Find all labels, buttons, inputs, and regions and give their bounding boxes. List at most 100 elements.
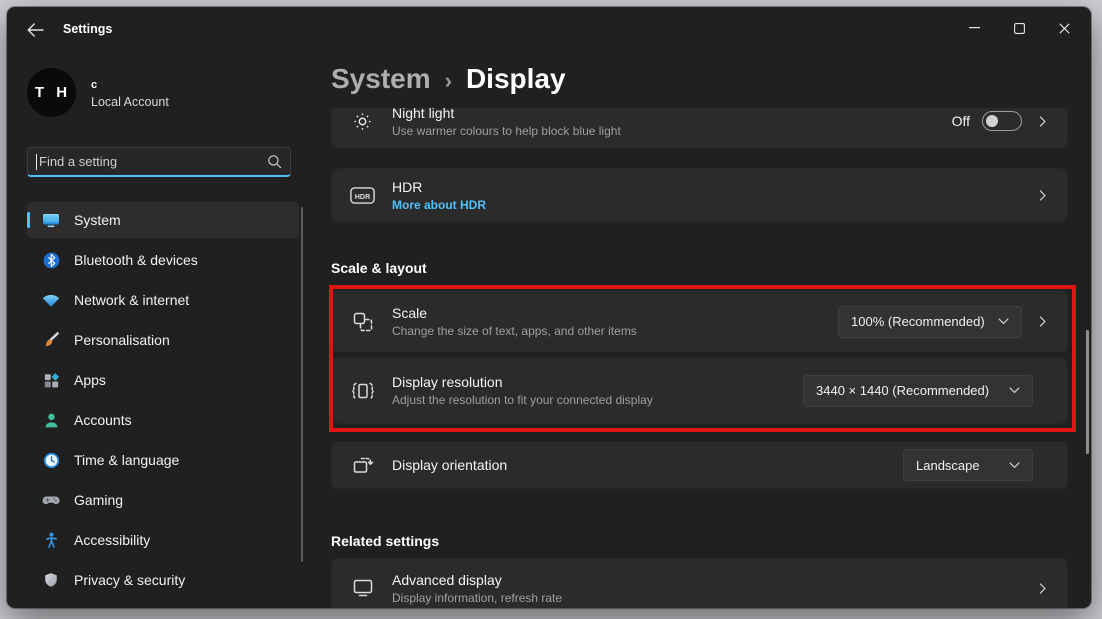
maximize-button[interactable]: [997, 9, 1042, 47]
display-orientation-row: Display orientation Landscape: [331, 441, 1068, 489]
sidebar-item-label: Apps: [74, 372, 106, 388]
game-controller-icon: [41, 490, 61, 510]
avatar: T H: [27, 68, 76, 117]
row-title: Scale: [392, 304, 838, 322]
window-title: Settings: [63, 22, 112, 36]
resolution-value: 3440 × 1440 (Recommended): [816, 383, 989, 398]
sidebar-item-system[interactable]: System: [27, 202, 299, 238]
settings-list: Night light Use warmer colours to help b…: [331, 108, 1076, 608]
window-controls: [952, 9, 1087, 47]
back-button[interactable]: [19, 16, 51, 44]
chevron-right-icon: [1036, 189, 1049, 202]
resolution-icon: [350, 378, 375, 403]
sidebar-item-label: Accessibility: [74, 532, 150, 548]
toggle-knob: [986, 115, 998, 127]
breadcrumb: System › Display: [331, 63, 566, 95]
row-title: Advanced display: [392, 571, 1022, 589]
account-name: c: [91, 79, 97, 91]
sidebar-item-apps[interactable]: Apps: [27, 362, 299, 398]
close-button[interactable]: [1042, 9, 1087, 47]
back-arrow-icon: [27, 23, 44, 37]
scale-dropdown[interactable]: 100% (Recommended): [838, 306, 1022, 338]
night-light-row[interactable]: Night light Use warmer colours to help b…: [331, 108, 1068, 148]
sidebar-item-label: Gaming: [74, 492, 123, 508]
sidebar-item-label: Personalisation: [74, 332, 170, 348]
selection-pill: [27, 212, 30, 228]
advanced-display-row[interactable]: Advanced display Display information, re…: [331, 558, 1068, 608]
row-title: HDR: [392, 178, 1022, 196]
shield-icon: [41, 570, 61, 590]
row-subtitle: Display information, refresh rate: [392, 590, 1022, 606]
breadcrumb-system[interactable]: System: [331, 63, 431, 95]
sidebar-nav: System Bluetooth & devices Network & int…: [27, 202, 299, 602]
sidebar-item-bluetooth[interactable]: Bluetooth & devices: [27, 242, 299, 278]
close-icon: [1059, 23, 1070, 34]
breadcrumb-chevron-icon: ›: [445, 68, 452, 94]
orientation-value: Landscape: [916, 458, 980, 473]
apps-grid-icon: [41, 370, 61, 390]
sidebar-item-accounts[interactable]: Accounts: [27, 402, 299, 438]
clock-icon: [41, 450, 61, 470]
chevron-right-icon: [1036, 582, 1049, 595]
sidebar-scrollbar[interactable]: [301, 207, 303, 562]
row-title: Display resolution: [392, 373, 803, 391]
accessibility-person-icon: [41, 530, 61, 550]
titlebar: Settings: [7, 7, 1091, 51]
text-caret: [36, 154, 37, 170]
section-related-settings: Related settings: [331, 533, 439, 549]
chevron-down-icon: [998, 318, 1009, 325]
scale-row[interactable]: Scale Change the size of text, apps, and…: [331, 290, 1068, 353]
sidebar-item-network[interactable]: Network & internet: [27, 282, 299, 318]
scale-value: 100% (Recommended): [851, 314, 985, 329]
hdr-icon: HDR: [350, 183, 375, 208]
svg-text:HDR: HDR: [355, 192, 370, 200]
display-resolution-row: Display resolution Adjust the resolution…: [331, 357, 1068, 424]
content-scrollbar[interactable]: [1086, 330, 1089, 454]
person-icon: [41, 410, 61, 430]
search-input[interactable]: Find a setting: [27, 147, 291, 177]
chevron-right-icon: [1036, 115, 1049, 128]
system-monitor-icon: [41, 210, 61, 230]
row-subtitle: Adjust the resolution to fit your connec…: [392, 392, 803, 408]
resolution-dropdown[interactable]: 3440 × 1440 (Recommended): [803, 375, 1033, 407]
hdr-row[interactable]: HDR HDR More about HDR: [331, 168, 1068, 222]
paintbrush-icon: [41, 330, 61, 350]
minimize-icon: [969, 27, 980, 29]
page-title: Display: [466, 63, 566, 95]
more-about-hdr-link[interactable]: More about HDR: [392, 198, 1022, 212]
sidebar-item-privacy[interactable]: Privacy & security: [27, 562, 299, 598]
sidebar-item-label: System: [74, 212, 121, 228]
chevron-right-icon: [1036, 315, 1049, 328]
section-scale-layout: Scale & layout: [331, 260, 427, 276]
chevron-down-icon: [1009, 387, 1020, 394]
night-light-icon: [350, 109, 375, 134]
orientation-dropdown[interactable]: Landscape: [903, 449, 1033, 481]
sidebar-item-personalisation[interactable]: Personalisation: [27, 322, 299, 358]
search-icon: [267, 154, 282, 169]
sidebar-item-label: Bluetooth & devices: [74, 252, 198, 268]
scale-icon: [350, 309, 375, 334]
orientation-icon: [350, 453, 375, 478]
advanced-display-icon: [350, 576, 375, 601]
sidebar-item-label: Privacy & security: [74, 572, 185, 588]
row-subtitle: Use warmer colours to help block blue li…: [392, 123, 952, 139]
sidebar-item-label: Time & language: [74, 452, 179, 468]
sidebar-item-gaming[interactable]: Gaming: [27, 482, 299, 518]
sidebar-item-label: Network & internet: [74, 292, 189, 308]
search-placeholder: Find a setting: [39, 154, 267, 169]
account-type: Local Account: [91, 95, 169, 109]
settings-window: Settings T H c Local Account Find a sett…: [7, 7, 1091, 608]
sidebar-item-time-language[interactable]: Time & language: [27, 442, 299, 478]
wifi-icon: [41, 290, 61, 310]
night-light-toggle[interactable]: [982, 111, 1022, 131]
bluetooth-icon: [41, 250, 61, 270]
toggle-state-label: Off: [952, 113, 970, 129]
sidebar-item-accessibility[interactable]: Accessibility: [27, 522, 299, 558]
row-title: Night light: [392, 108, 952, 122]
row-subtitle: Change the size of text, apps, and other…: [392, 323, 838, 339]
minimize-button[interactable]: [952, 9, 997, 47]
chevron-down-icon: [1009, 462, 1020, 469]
row-title: Display orientation: [392, 456, 903, 474]
maximize-icon: [1014, 23, 1025, 34]
sidebar-item-label: Accounts: [74, 412, 132, 428]
